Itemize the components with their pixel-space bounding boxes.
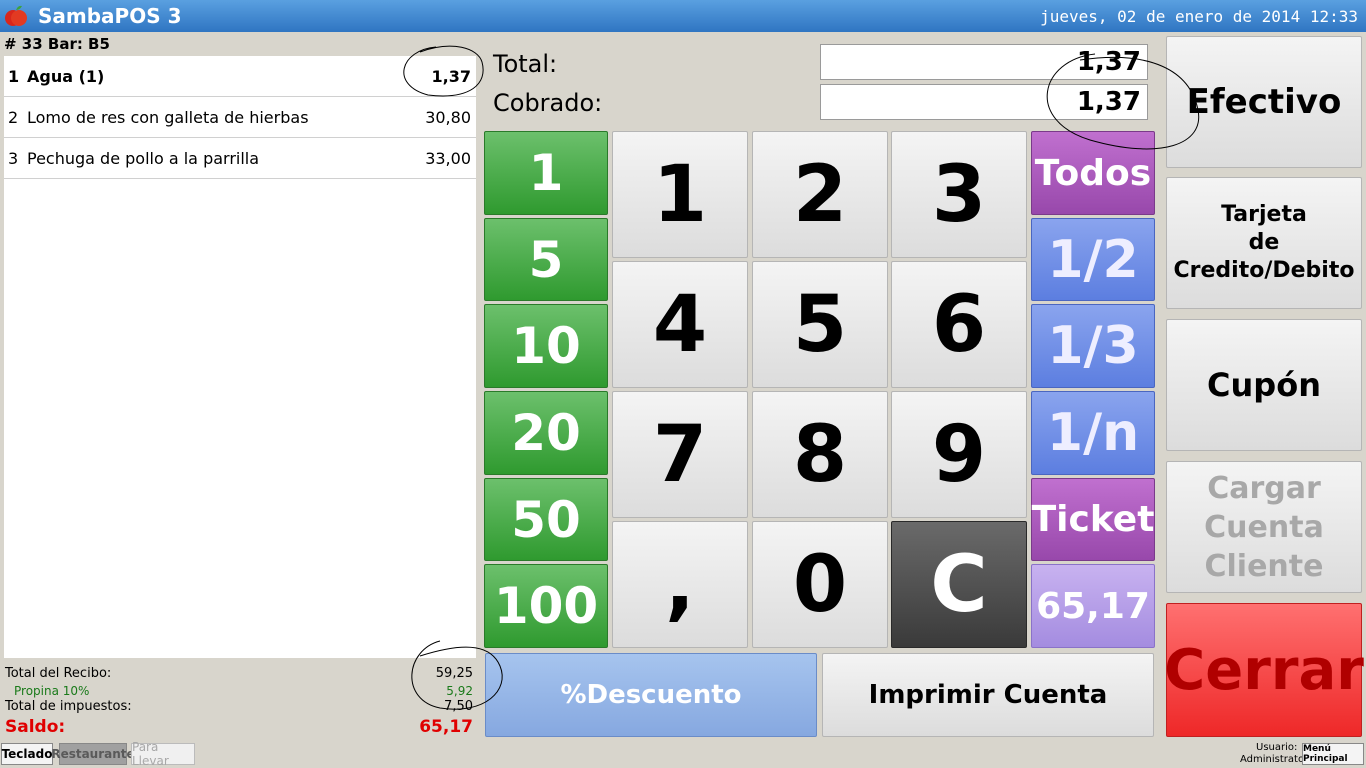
balance-amount-button[interactable]: 65,17 bbox=[1031, 564, 1155, 648]
load-account-line2: Cuenta bbox=[1204, 509, 1324, 545]
bottom-bar: Teclado Restaurante Para Llevar Usuario:… bbox=[0, 740, 1366, 768]
total-amount-field: 1,37 bbox=[820, 44, 1148, 80]
quick-amount-button[interactable]: 10 bbox=[484, 304, 608, 388]
digit-2-button[interactable]: 2 bbox=[752, 131, 888, 258]
tax-total-label: Total de impuestos: bbox=[5, 699, 132, 714]
tab-takeaway[interactable]: Para Llevar bbox=[131, 740, 195, 768]
user-info: Usuario: Administrator bbox=[1240, 742, 1308, 766]
order-list: 1 Agua (1) 1,37 2 Lomo de res con gallet… bbox=[4, 56, 476, 658]
digit-9-button[interactable]: 9 bbox=[891, 391, 1027, 518]
balance-label: Saldo: bbox=[5, 717, 66, 737]
paid-label: Cobrado: bbox=[493, 89, 603, 117]
order-item[interactable]: 3 Pechuga de pollo a la parrilla 33,00 bbox=[4, 138, 476, 179]
tab-keyboard[interactable]: Teclado bbox=[1, 743, 53, 765]
balance-row: Saldo: 65,17 bbox=[5, 717, 473, 737]
quick-amount-button[interactable]: 100 bbox=[484, 564, 608, 648]
quick-amount-button[interactable]: 1 bbox=[484, 131, 608, 215]
ticket-header: # 33 Bar: B5 bbox=[4, 35, 110, 53]
clear-button[interactable]: C bbox=[891, 521, 1027, 648]
digit-4-button[interactable]: 4 bbox=[612, 261, 748, 388]
quick-amount-button[interactable]: 20 bbox=[484, 391, 608, 475]
user-name: Administrator bbox=[1240, 754, 1309, 765]
digit-3-button[interactable]: 3 bbox=[891, 131, 1027, 258]
split-third-button[interactable]: 1/3 bbox=[1031, 304, 1155, 388]
main-menu-button[interactable]: Menú Principal bbox=[1302, 743, 1364, 765]
digit-8-button[interactable]: 8 bbox=[752, 391, 888, 518]
order-item-qty: 3 bbox=[8, 149, 19, 168]
load-customer-account-button[interactable]: Cargar Cuenta Cliente bbox=[1166, 461, 1362, 593]
close-button[interactable]: Cerrar bbox=[1164, 603, 1364, 737]
order-item[interactable]: 2 Lomo de res con galleta de hierbas 30,… bbox=[4, 97, 476, 138]
order-item[interactable]: 1 Agua (1) 1,37 bbox=[4, 56, 476, 97]
coupon-button[interactable]: Cupón bbox=[1166, 319, 1362, 451]
tax-total-value: 7,50 bbox=[444, 699, 473, 714]
order-item-name: Pechuga de pollo a la parrilla bbox=[27, 149, 260, 168]
tax-total-row: Total de impuestos: 7,50 bbox=[5, 699, 473, 714]
discount-button[interactable]: %Descuento bbox=[485, 653, 817, 737]
digit-1-button[interactable]: 1 bbox=[612, 131, 748, 258]
decimal-comma-button[interactable]: , bbox=[612, 521, 748, 648]
order-item-qty: 1 bbox=[8, 67, 20, 86]
paid-amount-field[interactable]: 1,37 bbox=[820, 84, 1148, 120]
print-bill-button[interactable]: Imprimir Cuenta bbox=[822, 653, 1154, 737]
date-time: jueves, 02 de enero de 2014 12:33 bbox=[1040, 7, 1358, 26]
tip-value: 5,92 bbox=[446, 684, 473, 698]
app-title: SambaPOS 3 bbox=[38, 4, 182, 28]
order-item-qty: 2 bbox=[8, 108, 19, 127]
tip-row: Propina 10% 5,92 bbox=[5, 684, 473, 698]
receipt-total-row: Total del Recibo: 59,25 bbox=[5, 666, 473, 681]
split-ticket-button[interactable]: Ticket bbox=[1031, 478, 1155, 561]
split-all-button[interactable]: Todos bbox=[1031, 131, 1155, 215]
user-label: Usuario: bbox=[1256, 742, 1298, 753]
split-half-button[interactable]: 1/2 bbox=[1031, 218, 1155, 301]
apple-logo-icon bbox=[5, 5, 27, 26]
card-button-line1: Tarjeta bbox=[1221, 202, 1307, 227]
digit-7-button[interactable]: 7 bbox=[612, 391, 748, 518]
quick-amount-button[interactable]: 5 bbox=[484, 218, 608, 301]
digit-5-button[interactable]: 5 bbox=[752, 261, 888, 388]
receipt-total-value: 59,25 bbox=[435, 666, 473, 681]
balance-value: 65,17 bbox=[419, 717, 473, 737]
load-account-line3: Cliente bbox=[1204, 548, 1324, 584]
ticket-totals: Total del Recibo: 59,25 Propina 10% 5,92… bbox=[4, 662, 476, 738]
order-item-name: Lomo de res con galleta de hierbas bbox=[27, 108, 309, 127]
order-item-price: 1,37 bbox=[431, 67, 471, 86]
card-button-line2: de bbox=[1248, 230, 1280, 255]
digit-0-button[interactable]: 0 bbox=[752, 521, 888, 648]
total-label: Total: bbox=[493, 50, 558, 78]
cash-button[interactable]: Efectivo bbox=[1166, 36, 1362, 168]
order-item-name: Agua (1) bbox=[27, 67, 105, 86]
tip-label: Propina 10% bbox=[14, 684, 90, 698]
order-item-price: 33,00 bbox=[425, 149, 471, 168]
card-button-line3: Credito/Debito bbox=[1173, 258, 1355, 283]
quick-amount-button[interactable]: 50 bbox=[484, 478, 608, 561]
receipt-total-label: Total del Recibo: bbox=[5, 666, 112, 681]
split-n-button[interactable]: 1/n bbox=[1031, 391, 1155, 475]
digit-6-button[interactable]: 6 bbox=[891, 261, 1027, 388]
load-account-line1: Cargar bbox=[1207, 470, 1321, 506]
title-bar: SambaPOS 3 jueves, 02 de enero de 2014 1… bbox=[0, 0, 1366, 32]
tab-restaurant[interactable]: Restaurante bbox=[51, 743, 135, 765]
card-button[interactable]: Tarjeta de Credito/Debito bbox=[1166, 177, 1362, 309]
order-item-price: 30,80 bbox=[425, 108, 471, 127]
